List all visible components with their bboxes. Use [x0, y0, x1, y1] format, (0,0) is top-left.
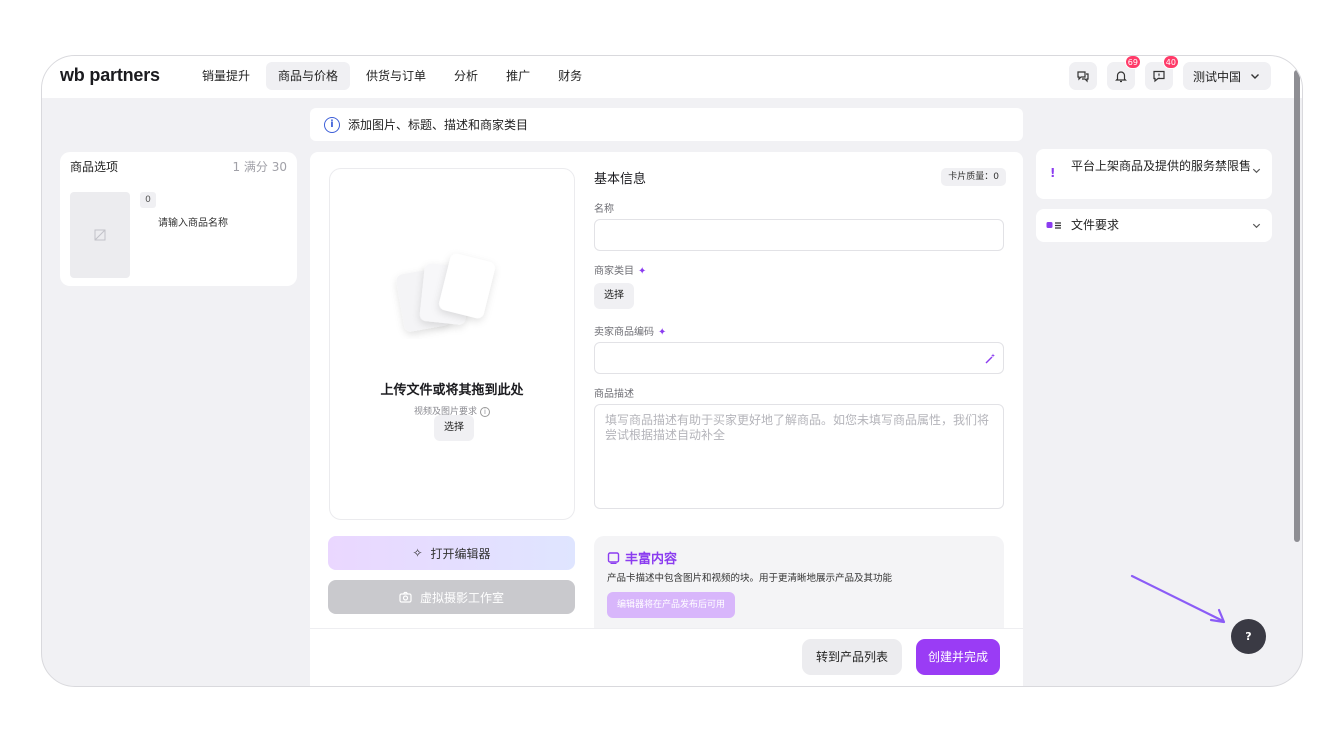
media-upload-dropzone[interactable]: 上传文件或将其拖到此处 视频及图片要求 i 选择 — [329, 168, 575, 520]
description-textarea[interactable]: 填写商品描述有助于买家更好地了解商品。如您未填写商品属性，我们将尝试根据描述自动… — [594, 404, 1004, 509]
product-options-panel: 商品选项 1 满分 30 0 请输入商品名称 — [60, 152, 297, 286]
basic-info-title: 基本信息 — [594, 172, 647, 187]
product-thumbnail-placeholder[interactable] — [70, 192, 130, 278]
nav-item-promotion[interactable]: 推广 — [494, 62, 542, 90]
go-to-product-list-button[interactable]: 转到产品列表 — [802, 639, 903, 675]
chevron-down-icon — [1251, 74, 1259, 79]
logo-prefix: wb — [60, 65, 85, 85]
sku-input[interactable] — [594, 342, 1004, 374]
description-label: 商品描述 — [594, 389, 634, 400]
page-scrollbar[interactable] — [1294, 70, 1300, 542]
rich-content-editor-button[interactable]: 编辑器将在产品发布后可用 — [607, 592, 736, 618]
nav-item-finance[interactable]: 财务 — [546, 62, 594, 90]
sku-label: 卖家商品编码 — [594, 327, 654, 338]
logo-suffix: partners — [89, 65, 160, 85]
sparkles-icon: ✧ — [412, 546, 423, 560]
rich-content-title: 丰富内容 — [625, 552, 678, 567]
nav-item-supply-orders[interactable]: 供货与订单 — [354, 62, 438, 90]
category-label-row: 商家类目 ✦ — [594, 262, 646, 277]
header-actions: 69 40 测试中国 — [1068, 56, 1271, 90]
chevron-down-icon — [1252, 168, 1261, 174]
upload-cards-illustration — [396, 253, 495, 332]
product-options-title: 商品选项 — [70, 160, 119, 174]
name-input[interactable] — [594, 219, 1004, 251]
app-window: wb partners 销量提升 商品与价格 供货与订单 分析 推广 财务 69… — [41, 55, 1303, 687]
nav-item-products-prices[interactable]: 商品与价格 — [266, 62, 351, 90]
magic-wand-icon[interactable] — [984, 352, 997, 365]
info-banner-text: 添加图片、标题、描述和商家类目 — [348, 118, 529, 132]
product-option-name[interactable]: 请输入商品名称 — [158, 214, 228, 229]
pointer-arrow-icon — [1130, 574, 1226, 624]
category-select-button[interactable]: 选择 — [594, 283, 634, 309]
category-label: 商家类目 — [594, 266, 634, 277]
help-button[interactable]: ? — [1231, 619, 1266, 654]
product-card-form: 上传文件或将其拖到此处 视频及图片要求 i 选择 ✧ 打开编辑器 虚拟摄影工作室… — [310, 152, 1023, 686]
product-option-number: 0 — [140, 192, 156, 208]
chevron-down-icon — [1252, 223, 1261, 229]
chat-icon — [1077, 71, 1089, 83]
image-placeholder-icon — [94, 229, 106, 241]
top-navigation-bar: wb partners 销量提升 商品与价格 供货与订单 分析 推广 财务 69… — [42, 56, 1302, 98]
warning-icon: ! — [1050, 166, 1056, 180]
restrictions-accordion[interactable]: ! 平台上架商品及提供的服务禁限售 — [1036, 149, 1272, 199]
message-icon — [1153, 70, 1165, 83]
notifications-button[interactable]: 69 — [1106, 56, 1141, 90]
ai-sparkle-icon: ✦ — [658, 327, 667, 338]
info-icon: i — [324, 116, 340, 133]
rich-content-icon — [607, 552, 620, 564]
wb-partners-logo[interactable]: wb partners — [60, 65, 160, 86]
virtual-studio-label: 虚拟摄影工作室 — [419, 590, 504, 605]
nav-item-analytics[interactable]: 分析 — [442, 62, 490, 90]
restrictions-title: 平台上架商品及提供的服务禁限售 — [1071, 159, 1252, 173]
account-switcher[interactable]: 测试中国 — [1182, 62, 1271, 90]
create-and-finish-button[interactable]: 创建并完成 — [916, 639, 1001, 675]
account-name: 测试中国 — [1192, 69, 1241, 84]
notifications-badge: 69 — [1124, 56, 1141, 69]
upload-title: 上传文件或将其拖到此处 — [380, 383, 524, 398]
file-requirements-title: 文件要求 — [1071, 218, 1120, 232]
rich-content-description: 产品卡描述中包含图片和视频的块。用于更清晰地展示产品及其功能 — [607, 573, 893, 584]
open-editor-button[interactable]: ✧ 打开编辑器 — [328, 536, 575, 570]
card-quality-badge: 卡片质量：0 — [941, 168, 1006, 186]
rich-content-title-row: 丰富内容 — [607, 548, 677, 567]
messages-button[interactable]: 40 — [1144, 56, 1179, 90]
sku-label-row: 卖家商品编码 ✦ — [594, 323, 666, 338]
info-icon: i — [479, 407, 490, 417]
info-banner: i 添加图片、标题、描述和商家类目 — [310, 108, 1023, 141]
product-options-count: 1 满分 30 — [232, 160, 287, 174]
file-requirements-accordion[interactable]: 文件要求 — [1036, 209, 1272, 242]
virtual-studio-button[interactable]: 虚拟摄影工作室 — [328, 580, 575, 614]
nav-item-sales-boost[interactable]: 销量提升 — [190, 62, 262, 90]
file-requirements-icon — [1046, 222, 1061, 229]
upload-select-button[interactable]: 选择 — [434, 415, 474, 441]
messages-badge: 40 — [1162, 56, 1179, 69]
camera-icon — [399, 591, 412, 603]
main-nav: 销量提升 商品与价格 供货与订单 分析 推广 财务 — [190, 62, 594, 90]
form-footer: 转到产品列表 创建并完成 — [310, 628, 1023, 686]
name-label: 名称 — [594, 204, 614, 215]
open-editor-label: 打开编辑器 — [430, 546, 491, 561]
chat-button[interactable] — [1068, 62, 1097, 90]
bell-icon — [1115, 71, 1127, 83]
description-placeholder: 填写商品描述有助于买家更好地了解商品。如您未填写商品属性，我们将尝试根据描述自动… — [605, 413, 990, 442]
ai-sparkle-icon: ✦ — [638, 266, 647, 277]
